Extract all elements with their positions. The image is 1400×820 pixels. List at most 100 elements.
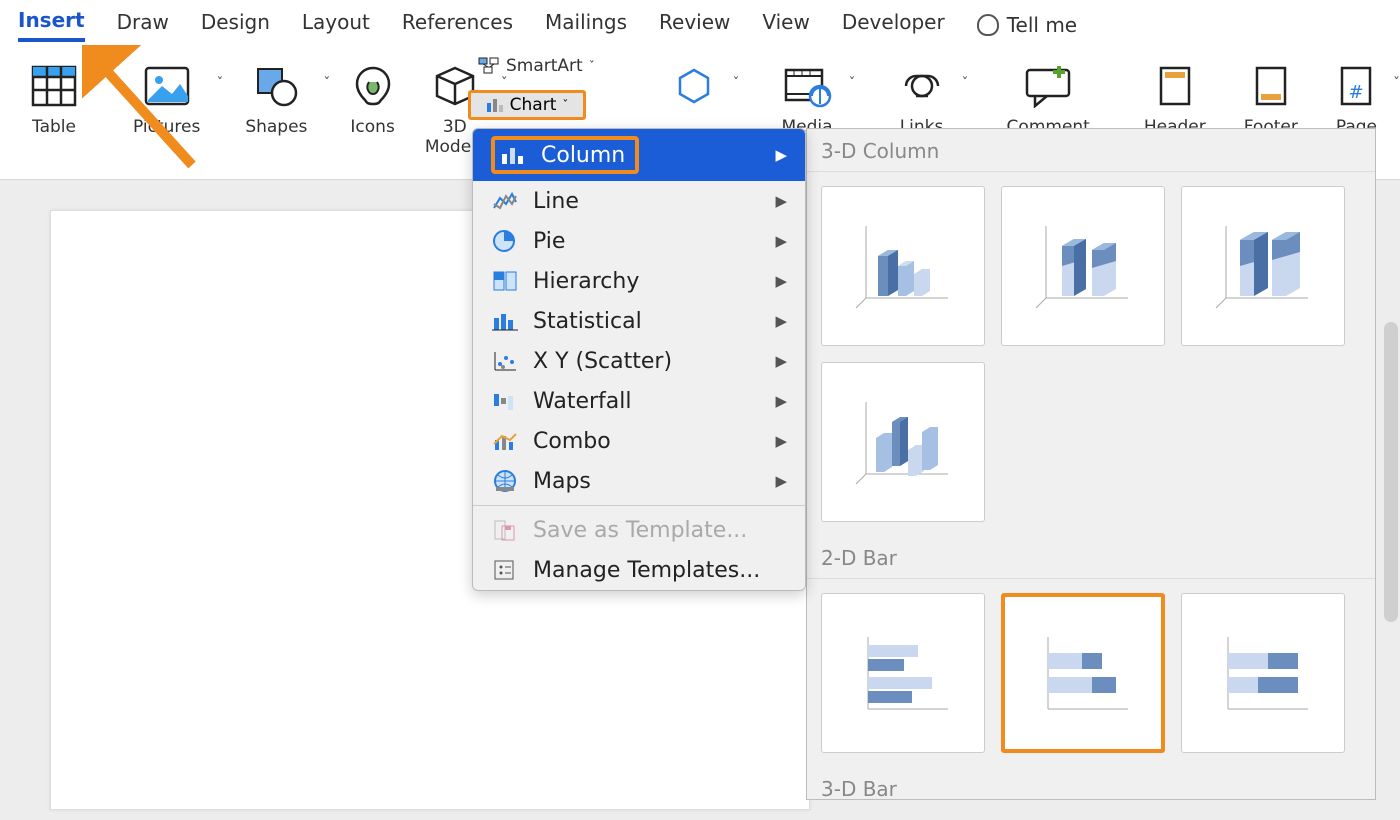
statistical-chart-icon (491, 308, 519, 334)
chart-thumb-2d-100-stacked-bar[interactable] (1181, 593, 1345, 753)
chart-type-pie[interactable]: Pie ▶ (473, 221, 805, 261)
maps-chart-icon (491, 468, 519, 494)
caret-right-icon: ▶ (775, 232, 787, 250)
table-icon (30, 64, 78, 108)
smartart-icon (478, 57, 500, 75)
picture-icon (144, 66, 190, 106)
table-button[interactable]: Table (18, 60, 90, 171)
column-label: Column (541, 143, 625, 168)
media-caret[interactable]: ˇ (849, 76, 856, 92)
pie-chart-icon (491, 228, 519, 254)
chart-gallery: 3-D Column (806, 128, 1376, 800)
scatter-label: X Y (Scatter) (533, 349, 672, 374)
chart-thumb-3d-100-stacked-column[interactable] (1181, 186, 1345, 346)
chart-type-column[interactable]: Column ▶ (473, 129, 805, 181)
shapes-label: Shapes (245, 118, 307, 138)
page-caret[interactable]: ˇ (1393, 76, 1400, 92)
tab-insert[interactable]: Insert (18, 8, 85, 42)
tab-review[interactable]: Review (659, 10, 730, 40)
shapes-caret[interactable]: ˇ (323, 76, 330, 92)
tab-design[interactable]: Design (201, 10, 270, 40)
tab-layout[interactable]: Layout (302, 10, 370, 40)
pictures-caret[interactable]: ˇ (216, 76, 223, 92)
tab-draw[interactable]: Draw (117, 10, 169, 40)
chart-thumb-3d-clustered-column[interactable] (821, 186, 985, 346)
chart-icon (486, 97, 504, 113)
ribbon-tabs: Insert Draw Design Layout References Mai… (0, 0, 1400, 52)
footer-icon (1253, 64, 1289, 108)
comment-icon (1023, 64, 1073, 108)
hierarchy-label: Hierarchy (533, 269, 639, 294)
tab-references[interactable]: References (402, 10, 513, 40)
smartart-button[interactable]: SmartArt ˇ (478, 56, 595, 76)
chart-type-scatter[interactable]: X Y (Scatter) ▶ (473, 341, 805, 381)
links-caret[interactable]: ˇ (962, 76, 969, 92)
combo-label: Combo (533, 429, 611, 454)
combo-chart-icon (491, 428, 519, 454)
waterfall-chart-icon (491, 388, 519, 414)
caret-right-icon: ▶ (775, 312, 787, 330)
table-caret[interactable]: ˇ (94, 76, 101, 92)
chart-type-line[interactable]: Line ▶ (473, 181, 805, 221)
chart-type-waterfall[interactable]: Waterfall ▶ (473, 381, 805, 421)
caret-right-icon: ▶ (775, 392, 787, 410)
shapes-icon (252, 65, 300, 107)
line-chart-icon (491, 188, 519, 214)
pictures-label: Pictures (133, 118, 200, 138)
section-3d-bar: 3-D Bar (807, 767, 1375, 800)
tab-view[interactable]: View (762, 10, 809, 40)
manage-templates[interactable]: Manage Templates... (473, 550, 805, 590)
addin-icon (672, 64, 716, 108)
maps-label: Maps (533, 469, 591, 494)
chart-type-statistical[interactable]: Statistical ▶ (473, 301, 805, 341)
caret-right-icon: ▶ (775, 432, 787, 450)
page-number-icon: # (1338, 64, 1374, 108)
smartart-label: SmartArt (506, 56, 583, 76)
tellme-label: Tell me (1007, 13, 1077, 37)
chart-type-combo[interactable]: Combo ▶ (473, 421, 805, 461)
caret-right-icon: ▶ (775, 352, 787, 370)
section-2d-bar: 2-D Bar (807, 536, 1375, 579)
chart-type-maps[interactable]: Maps ▶ (473, 461, 805, 501)
caret-right-icon: ▶ (775, 272, 787, 290)
shapes-button[interactable]: Shapes (233, 60, 319, 171)
tell-me[interactable]: Tell me (977, 13, 1077, 37)
addins-caret[interactable]: ˇ (732, 76, 739, 92)
pie-label: Pie (533, 229, 565, 254)
column-chart-icon (499, 142, 527, 168)
icons-icon (351, 64, 395, 108)
scrollbar-thumb[interactable] (1384, 322, 1398, 622)
chart-type-menu: Column ▶ Line ▶ Pie ▶ Hierarchy ▶ Statis… (472, 128, 806, 591)
caret-right-icon: ▶ (775, 146, 787, 164)
icons-button[interactable]: Icons (338, 60, 406, 171)
line-label: Line (533, 189, 579, 214)
table-label: Table (32, 118, 76, 138)
save-as-template: Save as Template... (473, 510, 805, 550)
caret-right-icon: ▶ (775, 472, 787, 490)
chevron-down-icon: ˇ (562, 98, 568, 112)
section-3d-column: 3-D Column (807, 129, 1375, 172)
hierarchy-chart-icon (491, 268, 519, 294)
chart-thumb-2d-stacked-bar[interactable] (1001, 593, 1165, 753)
scatter-chart-icon (491, 348, 519, 374)
statistical-label: Statistical (533, 309, 642, 334)
chart-type-hierarchy[interactable]: Hierarchy ▶ (473, 261, 805, 301)
chart-thumb-2d-clustered-bar[interactable] (821, 593, 985, 753)
manage-templates-icon (491, 557, 519, 583)
scrollbar[interactable] (1382, 318, 1400, 758)
save-template-icon (491, 517, 519, 543)
manage-templates-label: Manage Templates... (533, 558, 760, 583)
tab-mailings[interactable]: Mailings (545, 10, 627, 40)
chart-button[interactable]: Chart ˇ (468, 90, 586, 120)
tab-developer[interactable]: Developer (842, 10, 945, 40)
svg-text:#: # (1349, 82, 1364, 103)
header-icon (1157, 64, 1193, 108)
save-template-label: Save as Template... (533, 518, 747, 543)
menu-divider (473, 505, 805, 506)
pictures-button[interactable]: Pictures (121, 60, 212, 171)
caret-right-icon: ▶ (775, 192, 787, 210)
chart-thumb-3d-column[interactable] (821, 362, 985, 522)
chart-thumb-3d-stacked-column[interactable] (1001, 186, 1165, 346)
bulb-icon (977, 14, 999, 36)
icons-label: Icons (350, 118, 394, 138)
